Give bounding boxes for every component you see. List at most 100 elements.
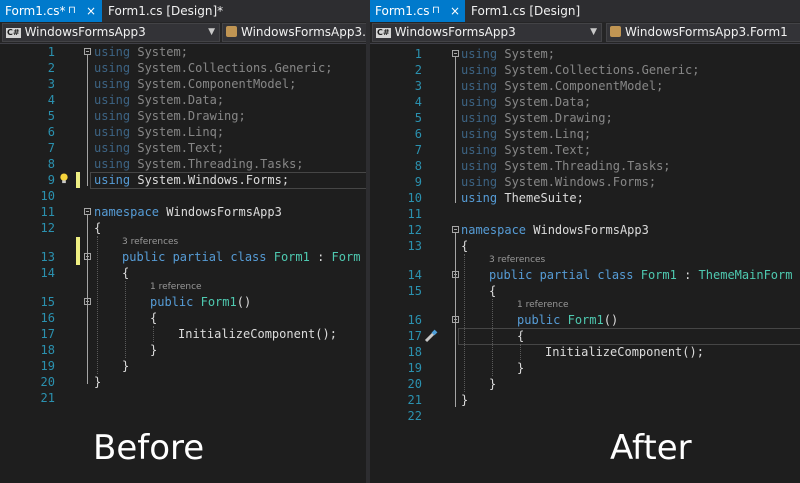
outline-line [87, 55, 88, 186]
pin-icon[interactable]: ⊓ [432, 0, 440, 22]
line-number: 2 [414, 63, 422, 77]
code-line: using System; [461, 47, 555, 61]
code-line: using System.Collections.Generic; [461, 63, 700, 77]
code-line: InitializeComponent(); [178, 327, 337, 341]
codelens-references[interactable]: 3 references [122, 237, 178, 247]
before-navigation-bar: C# WindowsFormsApp3 ▼ WindowsFormsApp3.Fo [0, 22, 366, 44]
code-line: public partial class Form1 : ThemeMainFo… [489, 268, 793, 282]
collapse-icon[interactable] [452, 271, 459, 278]
before-tab-strip: Form1.cs* ⊓ × Form1.cs [Design]* [0, 0, 366, 22]
csharp-project-icon: C# [376, 28, 391, 38]
collapse-icon[interactable] [84, 208, 91, 215]
code-line: namespace WindowsFormsApp3 [94, 205, 282, 219]
code-line: } [122, 359, 130, 373]
indent-guide [153, 326, 154, 342]
collapse-icon[interactable] [452, 50, 459, 57]
close-icon[interactable]: × [450, 0, 460, 22]
lightbulb-icon[interactable] [59, 173, 69, 184]
change-marker [76, 237, 80, 265]
code-line: public partial class Form1 : Form [122, 250, 361, 264]
code-line: using System; [94, 45, 188, 59]
line-number: 5 [47, 109, 55, 123]
line-number: 21 [407, 393, 422, 407]
before-tab-design[interactable]: Form1.cs [Design]* [103, 0, 243, 22]
code-line: using System.Linq; [461, 127, 592, 141]
code-line: } [94, 375, 102, 389]
line-number: 16 [40, 311, 55, 325]
project-label: WindowsFormsApp3 [394, 25, 516, 39]
class-icon [226, 26, 237, 37]
line-number: 14 [407, 268, 422, 282]
line-number: 12 [40, 221, 55, 235]
line-number: 1 [47, 45, 55, 59]
collapse-icon[interactable] [452, 226, 459, 233]
line-number: 8 [414, 159, 422, 173]
line-number: 20 [40, 375, 55, 389]
line-number: 6 [47, 125, 55, 139]
paintbrush-icon[interactable] [424, 329, 438, 343]
change-marker [76, 172, 80, 188]
line-number: 2 [47, 61, 55, 75]
code-line: using System.Data; [461, 95, 592, 109]
code-line: using System.Windows.Forms; [461, 175, 657, 189]
line-number: 10 [40, 189, 55, 203]
line-number: 7 [47, 141, 55, 155]
code-line: using System.Collections.Generic; [94, 61, 333, 75]
line-number: 17 [407, 329, 422, 343]
before-class-dropdown[interactable]: WindowsFormsApp3.Fo [222, 23, 366, 42]
collapse-icon[interactable] [452, 316, 459, 323]
after-tab-design[interactable]: Form1.cs [Design] [466, 0, 606, 22]
indent-guide [492, 299, 493, 376]
class-label: WindowsFormsApp3.Fo [241, 25, 366, 39]
codelens-references[interactable]: 1 reference [150, 282, 202, 292]
close-icon[interactable]: × [86, 0, 96, 22]
collapse-icon[interactable] [84, 298, 91, 305]
indent-guide [125, 281, 126, 358]
code-line: } [150, 343, 158, 357]
code-line: public Form1() [150, 295, 252, 309]
code-line: { [94, 221, 102, 235]
project-label: WindowsFormsApp3 [24, 25, 146, 39]
tab-label: Form1.cs [Design] [471, 4, 581, 18]
after-class-dropdown[interactable]: WindowsFormsApp3.Form1 [606, 23, 800, 42]
line-number: 7 [414, 143, 422, 157]
code-line: } [517, 361, 525, 375]
code-line: using System.Data; [94, 93, 225, 107]
line-number: 16 [407, 313, 422, 327]
code-line: { [122, 266, 130, 280]
after-caption: After [610, 428, 692, 468]
collapse-icon[interactable] [84, 48, 91, 55]
code-line: using System.ComponentModel; [461, 79, 664, 93]
before-tab-code[interactable]: Form1.cs* ⊓ × [0, 0, 102, 22]
line-number: 18 [407, 345, 422, 359]
line-number: 9 [414, 175, 422, 189]
code-line: using System.ComponentModel; [94, 77, 297, 91]
before-project-dropdown[interactable]: C# WindowsFormsApp3 ▼ [2, 23, 220, 42]
line-number: 9 [47, 173, 55, 187]
code-line: namespace WindowsFormsApp3 [461, 223, 649, 237]
after-project-dropdown[interactable]: C# WindowsFormsApp3 ▼ [372, 23, 602, 42]
before-pane: Form1.cs* ⊓ × Form1.cs [Design]* C# Windo… [0, 0, 366, 483]
collapse-icon[interactable] [84, 253, 91, 260]
line-number: 1 [414, 47, 422, 61]
pin-icon[interactable]: ⊓ [68, 0, 76, 22]
line-number: 17 [40, 327, 55, 341]
line-number: 22 [407, 409, 422, 423]
code-line: { [517, 329, 525, 343]
code-line: using System.Drawing; [461, 111, 613, 125]
line-number: 15 [407, 284, 422, 298]
line-number: 3 [47, 77, 55, 91]
class-icon [610, 26, 621, 37]
line-number: 11 [407, 207, 422, 221]
after-navigation-bar: C# WindowsFormsApp3 ▼ WindowsFormsApp3.Fo… [370, 22, 800, 44]
line-number: 3 [414, 79, 422, 93]
after-tab-code[interactable]: Form1.cs ⊓ × [370, 0, 465, 22]
codelens-references[interactable]: 3 references [489, 255, 545, 265]
line-number: 10 [407, 191, 422, 205]
codelens-references[interactable]: 1 reference [517, 300, 569, 310]
code-line: using System.Windows.Forms; [94, 173, 290, 187]
chevron-down-icon: ▼ [590, 27, 597, 37]
code-line: using System.Text; [94, 141, 225, 155]
line-number: 5 [414, 111, 422, 125]
after-pane: Form1.cs ⊓ × Form1.cs [Design] C# Windows… [370, 0, 800, 483]
